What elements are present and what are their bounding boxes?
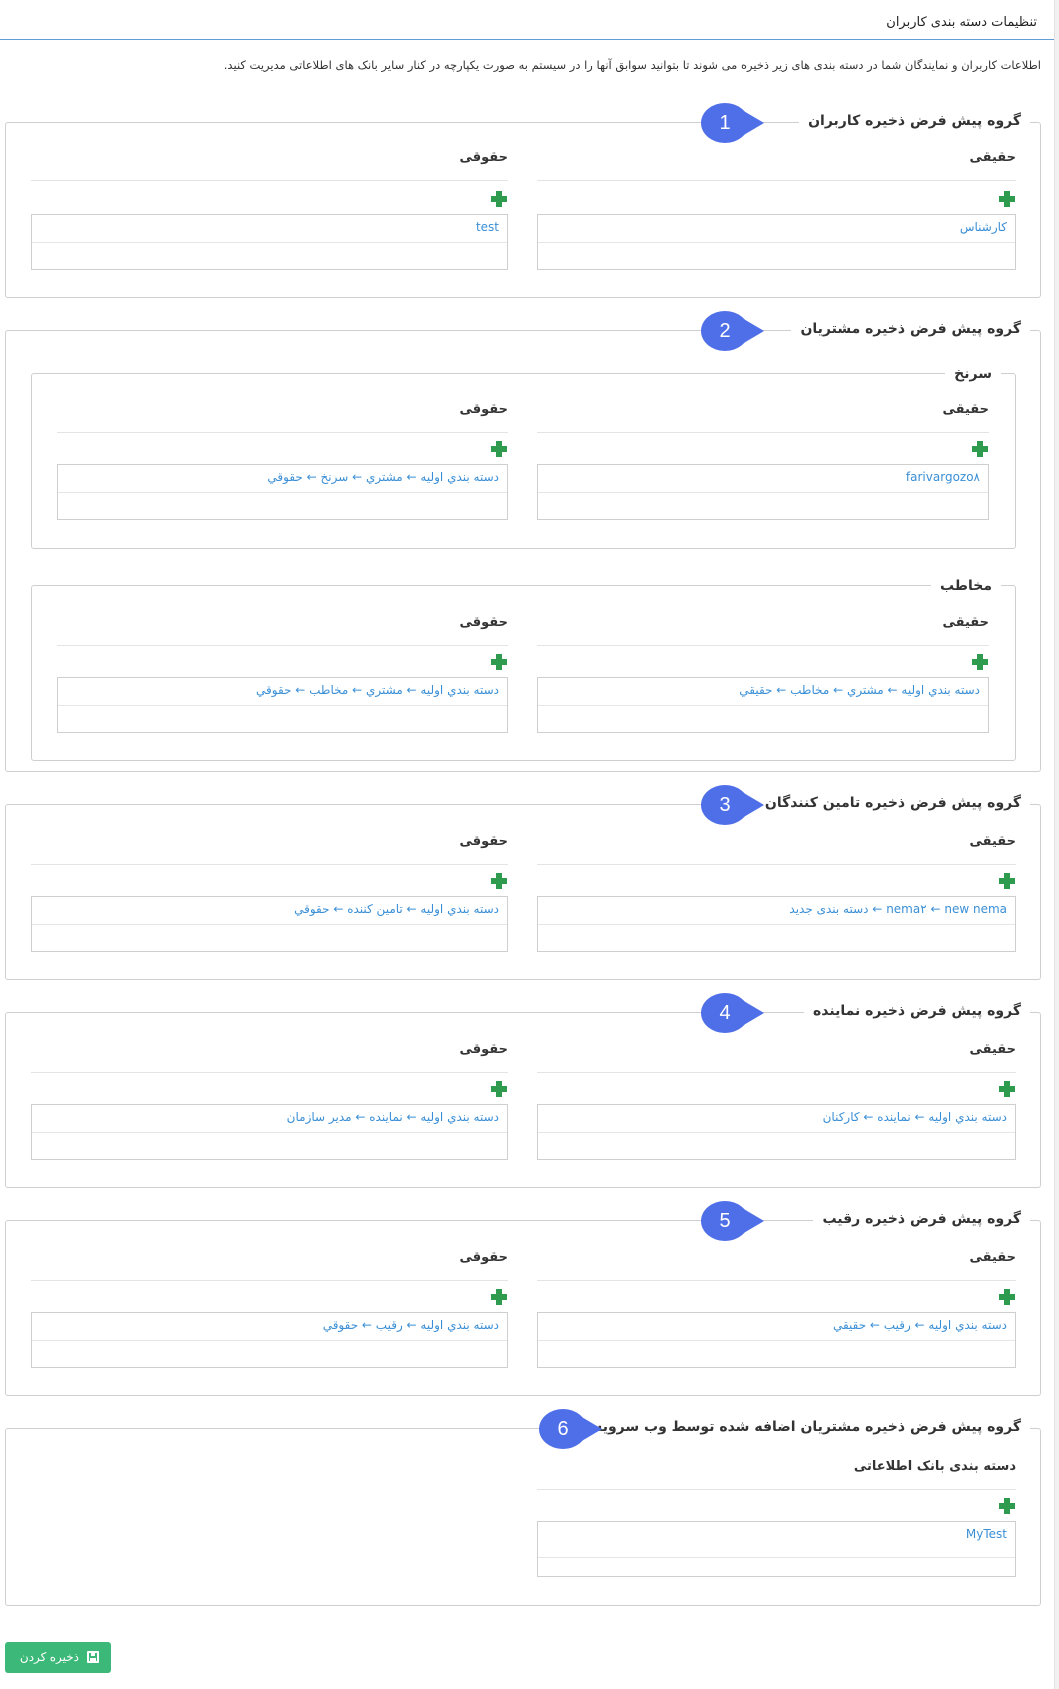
lead-real-column: حقیقی farivargozo۸ — [537, 402, 989, 527]
suppliers-real-column: حقیقی nema۲ ← new nema ← دسته بندی جدید — [537, 834, 1016, 959]
users-legal-add-icon[interactable] — [490, 190, 508, 208]
competitors-legal-value[interactable]: دسته بندي اوليه ← رقيب ← حقوقي — [323, 1318, 499, 1332]
users-legal-value-box[interactable]: test — [31, 214, 508, 270]
customers-group-legend: گروه پیش فرض ذخیره مشتریان — [791, 320, 1030, 338]
webservice-column: دسته بندی بانک اطلاعاتی MyTest — [537, 1459, 1016, 1584]
suppliers-real-value[interactable]: nema۲ ← new nema ← دسته بندی جدید — [789, 902, 1007, 916]
intro-text: اطلاعات کاربران و نمایندگان شما در دسته … — [223, 58, 1041, 72]
competitors-legal-title: حقوقی — [459, 1250, 508, 1265]
lead-real-title: حقیقی — [942, 402, 989, 417]
page-scrollbar[interactable] — [1054, 0, 1059, 1689]
webservice-add-icon[interactable] — [998, 1497, 1016, 1515]
competitors-real-add-icon[interactable] — [998, 1288, 1016, 1306]
agents-real-title: حقیقی — [969, 1042, 1016, 1057]
webservice-group-legend: گروه پیش فرض ذخیره مشتریان اضافه شده توس… — [573, 1418, 1030, 1436]
lead-legal-title: حقوقی — [459, 402, 508, 417]
step-badge-6: 6 — [538, 1408, 602, 1450]
agents-real-add-icon[interactable] — [998, 1080, 1016, 1098]
floppy-disk-icon — [87, 1651, 99, 1663]
users-real-title: حقیقی — [969, 150, 1016, 165]
users-real-value-box[interactable]: کارشناس — [537, 214, 1016, 270]
lead-legal-value-box[interactable]: دسته بندي اوليه ← مشتري ← سرنخ ← حقوقي — [57, 464, 508, 520]
page-title: تنظیمات دسته بندی کاربران — [886, 15, 1037, 30]
contact-legal-title: حقوقی — [459, 615, 508, 630]
agents-real-value[interactable]: دسته بندي اوليه ← نماینده ← کارکنان — [823, 1110, 1007, 1124]
agents-legal-title: حقوقی — [459, 1042, 508, 1057]
users-legal-value[interactable]: test — [476, 220, 499, 234]
competitors-real-value-box[interactable]: دسته بندي اوليه ← رقيب ← حقيقي — [537, 1312, 1016, 1368]
suppliers-real-value-box[interactable]: nema۲ ← new nema ← دسته بندی جدید — [537, 896, 1016, 952]
agents-real-column: حقیقی دسته بندي اوليه ← نماینده ← کارکنا… — [537, 1042, 1016, 1167]
category-settings-page: تنظیمات دسته بندی کاربران اطلاعات کاربرا… — [0, 0, 1059, 1689]
lead-legal-add-icon[interactable] — [490, 440, 508, 458]
contact-legal-add-icon[interactable] — [490, 653, 508, 671]
step-badge-1: 1 — [700, 102, 764, 144]
contact-legal-value-box[interactable]: دسته بندي اوليه ← مشتري ← مخاطب ← حقوقي — [57, 677, 508, 733]
save-button-label: ذخیره کردن — [19, 1650, 79, 1664]
contact-real-value[interactable]: دسته بندي اوليه ← مشتري ← مخاطب ← حقيقي — [739, 683, 980, 697]
webservice-column-title: دسته بندی بانک اطلاعاتی — [853, 1459, 1016, 1474]
contact-real-title: حقیقی — [942, 615, 989, 630]
lead-real-add-icon[interactable] — [971, 440, 989, 458]
agents-legal-column: حقوقی دسته بندي اوليه ← نماینده ← مدیر س… — [31, 1042, 508, 1167]
contact-real-column: حقیقی دسته بندي اوليه ← مشتري ← مخاطب ← … — [537, 615, 989, 740]
competitors-real-value[interactable]: دسته بندي اوليه ← رقيب ← حقيقي — [833, 1318, 1007, 1332]
competitors-real-column: حقیقی دسته بندي اوليه ← رقيب ← حقيقي — [537, 1250, 1016, 1375]
contact-legal-column: حقوقی دسته بندي اوليه ← مشتري ← مخاطب ← … — [57, 615, 508, 740]
contact-real-add-icon[interactable] — [971, 653, 989, 671]
lead-legal-value[interactable]: دسته بندي اوليه ← مشتري ← سرنخ ← حقوقي — [267, 470, 499, 484]
suppliers-legal-value[interactable]: دسته بندي اوليه ← تامين كننده ← حقوقي — [294, 902, 499, 916]
webservice-value[interactable]: MyTest — [966, 1527, 1007, 1541]
step-badge-3: 3 — [700, 784, 764, 826]
suppliers-real-add-icon[interactable] — [998, 872, 1016, 890]
lead-subgroup-legend: سرنخ — [945, 365, 1001, 383]
suppliers-group-legend: گروه پیش فرض ذخیره تامین کنندگان — [755, 794, 1030, 812]
suppliers-real-title: حقیقی — [969, 834, 1016, 849]
agents-legal-value-box[interactable]: دسته بندي اوليه ← نماینده ← مدیر سازمان — [31, 1104, 508, 1160]
competitors-legal-column: حقوقی دسته بندي اوليه ← رقيب ← حقوقي — [31, 1250, 508, 1375]
contact-real-value-box[interactable]: دسته بندي اوليه ← مشتري ← مخاطب ← حقيقي — [537, 677, 989, 733]
save-button[interactable]: ذخیره کردن — [5, 1642, 111, 1673]
contact-subgroup-legend: مخاطب — [930, 577, 1001, 595]
lead-real-value-box[interactable]: farivargozo۸ — [537, 464, 989, 520]
competitors-legal-value-box[interactable]: دسته بندي اوليه ← رقيب ← حقوقي — [31, 1312, 508, 1368]
suppliers-legal-add-icon[interactable] — [490, 872, 508, 890]
step-badge-5: 5 — [700, 1200, 764, 1242]
contact-legal-value[interactable]: دسته بندي اوليه ← مشتري ← مخاطب ← حقوقي — [256, 683, 499, 697]
suppliers-legal-column: حقوقی دسته بندي اوليه ← تامين كننده ← حق… — [31, 834, 508, 959]
step-badge-4: 4 — [700, 992, 764, 1034]
agents-legal-value[interactable]: دسته بندي اوليه ← نماینده ← مدیر سازمان — [287, 1110, 499, 1124]
users-group-legend: گروه پیش فرض ذخیره کاربران — [799, 112, 1030, 130]
competitors-group-legend: گروه پیش فرض ذخیره رقیب — [813, 1210, 1030, 1228]
lead-real-value[interactable]: farivargozo۸ — [906, 470, 980, 484]
suppliers-legal-value-box[interactable]: دسته بندي اوليه ← تامين كننده ← حقوقي — [31, 896, 508, 952]
lead-legal-column: حقوقی دسته بندي اوليه ← مشتري ← سرنخ ← ح… — [57, 402, 508, 527]
page-header: تنظیمات دسته بندی کاربران — [0, 0, 1055, 40]
agents-real-value-box[interactable]: دسته بندي اوليه ← نماینده ← کارکنان — [537, 1104, 1016, 1160]
competitors-real-title: حقیقی — [969, 1250, 1016, 1265]
users-real-add-icon[interactable] — [998, 190, 1016, 208]
step-badge-2: 2 — [700, 310, 764, 352]
users-legal-column: حقوقی test — [31, 150, 508, 275]
users-legal-title: حقوقی — [459, 150, 508, 165]
agents-group-legend: گروه پیش فرض ذخیره نماینده — [804, 1002, 1030, 1020]
agents-legal-add-icon[interactable] — [490, 1080, 508, 1098]
users-real-value[interactable]: کارشناس — [960, 220, 1007, 234]
competitors-legal-add-icon[interactable] — [490, 1288, 508, 1306]
suppliers-legal-title: حقوقی — [459, 834, 508, 849]
webservice-value-box[interactable]: MyTest — [537, 1521, 1016, 1577]
users-real-column: حقیقی کارشناس — [537, 150, 1016, 275]
